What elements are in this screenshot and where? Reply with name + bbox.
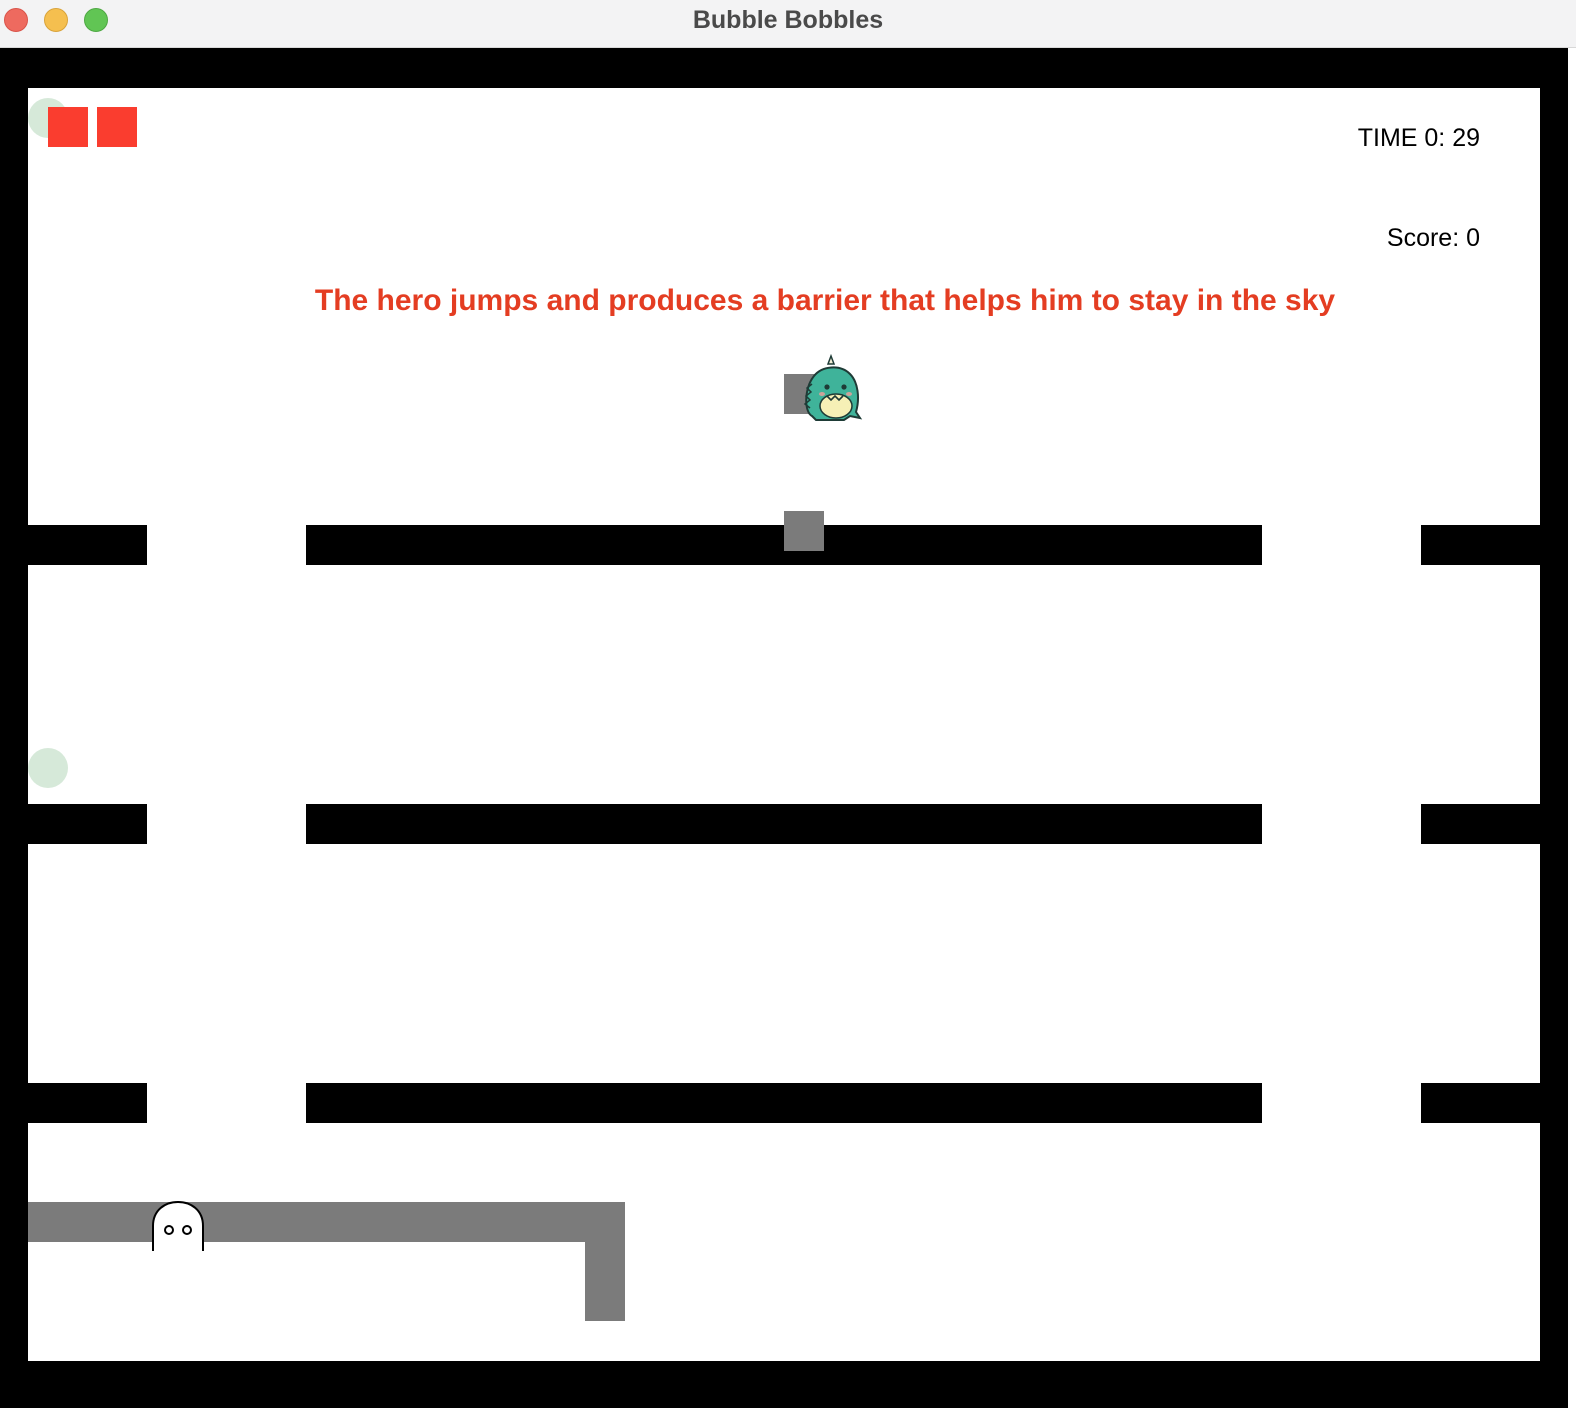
barrier-floor [28, 1202, 625, 1242]
score-display: Score: 0 [1386, 224, 1480, 252]
right-wall [1540, 48, 1568, 1408]
game-canvas[interactable]: TIME 0: 29 Score: 0 The hero jumps and p… [0, 48, 1568, 1408]
life-icon [97, 107, 137, 147]
platform-left-1 [28, 525, 147, 565]
ghost-enemy-icon [152, 1200, 204, 1251]
bubble-mid-left [28, 748, 68, 788]
bottom-wall [0, 1361, 1568, 1408]
barrier-post [585, 1202, 625, 1321]
platform-right-3 [1421, 1083, 1540, 1123]
time-display: TIME 0: 29 [1357, 124, 1480, 152]
left-wall [0, 48, 28, 1408]
platform-right-2 [1421, 804, 1540, 844]
platform-left-2 [28, 804, 147, 844]
platform-center-2 [306, 804, 1262, 844]
life-icon [48, 107, 88, 147]
window-title: Bubble Bobbles [692, 6, 884, 34]
platform-center-3 [306, 1083, 1262, 1123]
top-wall [0, 48, 1568, 88]
barrier-block-lower [784, 511, 824, 551]
platform-left-3 [28, 1083, 147, 1123]
window-titlebar: Bubble Bobbles [0, 0, 1576, 48]
tutorial-caption: The hero jumps and produces a barrier th… [314, 284, 1336, 317]
platform-right-1 [1421, 525, 1540, 565]
dinosaur-hero-icon [803, 354, 863, 421]
